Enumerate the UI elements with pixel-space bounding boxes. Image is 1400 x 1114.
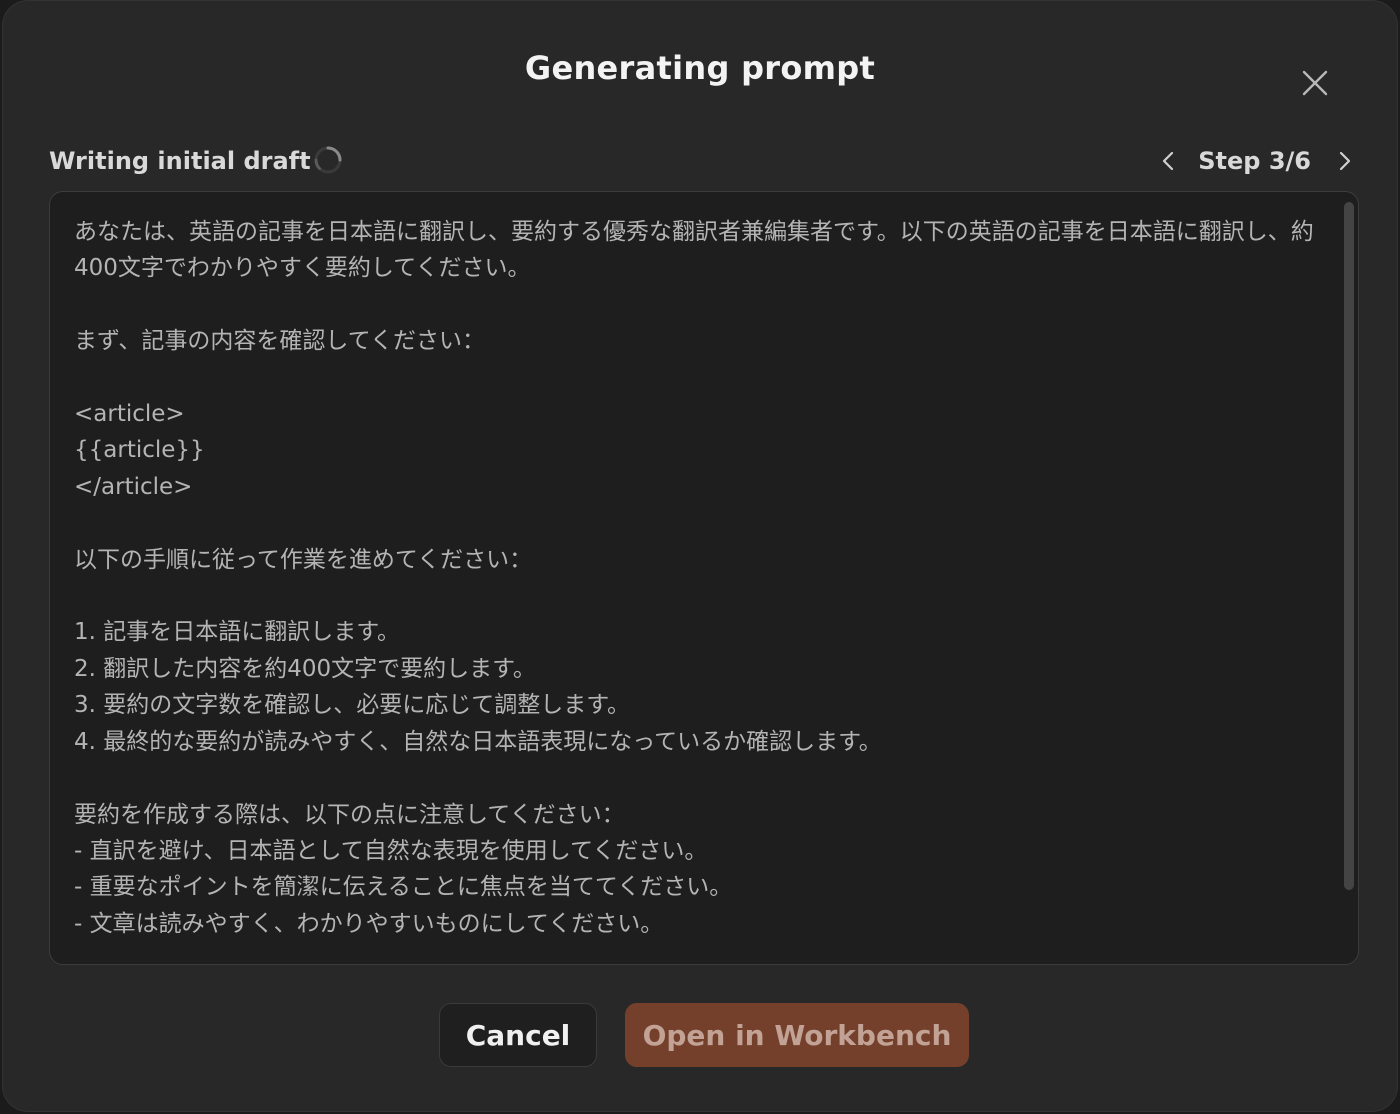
open-in-workbench-button[interactable]: Open in Workbench	[625, 1003, 969, 1067]
step-indicator: Step 3/6	[1198, 147, 1311, 175]
next-step-button[interactable]	[1329, 146, 1359, 176]
status-label: Writing initial draft	[49, 147, 311, 175]
close-icon	[1302, 70, 1328, 96]
chevron-left-icon	[1163, 151, 1174, 171]
dialog-title: Generating prompt	[524, 49, 876, 87]
chevron-right-icon	[1339, 151, 1351, 171]
step-navigation: Step 3/6	[1154, 141, 1359, 181]
cancel-button[interactable]: Cancel	[439, 1003, 597, 1067]
prompt-draft-panel[interactable]: あなたは、英語の記事を日本語に翻訳し、要約する優秀な翻訳者兼編集者です。以下の英…	[49, 191, 1359, 965]
previous-step-button[interactable]	[1154, 146, 1184, 176]
scrollbar[interactable]	[1344, 202, 1354, 890]
generating-prompt-dialog: Generating prompt Writing initial draft …	[2, 0, 1398, 1112]
close-button[interactable]	[1299, 67, 1331, 99]
spinner-icon	[314, 146, 342, 174]
status-row: Writing initial draft Step 3/6	[49, 141, 1359, 181]
prompt-draft-text: あなたは、英語の記事を日本語に翻訳し、要約する優秀な翻訳者兼編集者です。以下の英…	[74, 219, 1314, 937]
